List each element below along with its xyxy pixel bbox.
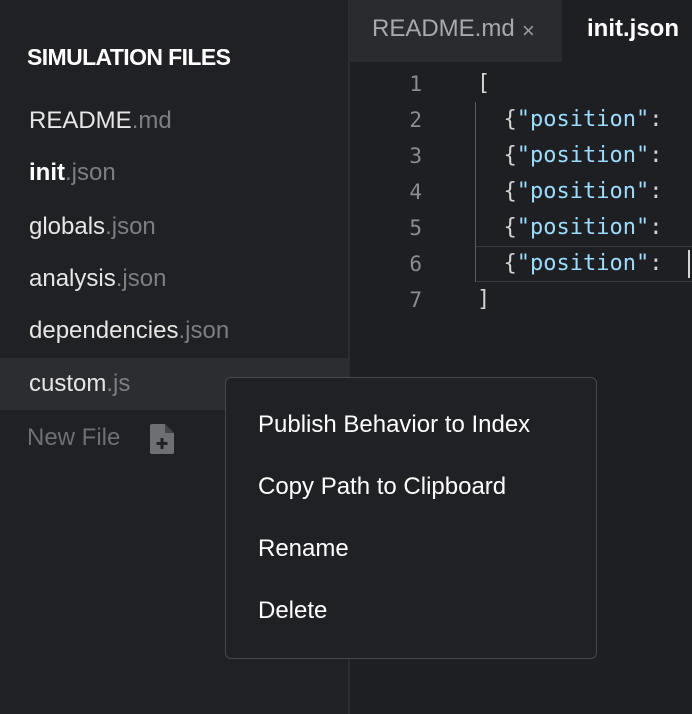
line-number: 7 [409,288,422,312]
close-tab-icon[interactable]: × [522,20,535,42]
file-item-init[interactable]: init.json [0,147,348,199]
file-context-menu: Publish Behavior to Index Copy Path to C… [225,377,597,659]
sidebar-title: SIMULATION FILES [27,44,231,70]
file-extension: .json [115,265,167,292]
editor-tab-bar: README.md × init.json [350,0,692,62]
line-number: 4 [409,180,422,204]
code-line: 4 {"position": [350,174,692,210]
file-name: custom [29,370,107,397]
menu-item-delete[interactable]: Delete [258,591,327,631]
file-extension: .md [131,107,172,134]
menu-item-rename[interactable]: Rename [258,529,349,569]
file-plus-icon [150,424,174,467]
file-name: README [29,107,132,134]
line-number: 5 [409,216,422,240]
file-extension: .json [65,159,116,186]
file-extension: .json [178,317,230,344]
code-text: {"position": [477,107,663,132]
file-name: globals [29,213,106,240]
file-extension: .json [105,213,156,240]
file-name: dependencies [29,317,179,344]
line-number: 1 [409,72,422,96]
file-extension: .js [106,370,131,397]
menu-item-publish-behavior[interactable]: Publish Behavior to Index [258,405,530,445]
tab-readme[interactable]: README.md × [350,0,562,62]
tab-label: README.md [372,15,515,42]
code-text: {"position": [477,143,663,168]
code-line: 5 {"position": [350,210,692,246]
code-line: 1 [ [350,66,692,102]
new-file-label: New File [27,424,121,451]
code-line: 3 {"position": [350,138,692,174]
new-file-button[interactable]: New File [27,418,174,458]
file-item-analysis[interactable]: analysis.json [0,253,348,305]
file-item-dependencies[interactable]: dependencies.json [0,305,348,357]
file-item-readme[interactable]: README.md [0,95,348,147]
code-text: {"position": [477,251,663,276]
file-item-globals[interactable]: globals.json [0,201,348,253]
code-text: ] [477,287,491,312]
code-line: 2 {"position": [350,102,692,138]
tab-label: init.json [587,15,679,42]
line-number: 6 [409,252,422,276]
file-name: analysis [29,265,116,292]
file-name: init [29,159,65,186]
line-number: 3 [409,144,422,168]
code-line: 7 ] [350,282,692,318]
code-text: {"position": [477,179,663,204]
code-text: [ [477,71,491,96]
tab-init-json[interactable]: init.json [562,0,692,62]
code-text: {"position": [477,215,663,240]
code-line: 6 {"position": [350,246,692,282]
menu-item-copy-path[interactable]: Copy Path to Clipboard [258,467,506,507]
line-number: 2 [409,108,422,132]
